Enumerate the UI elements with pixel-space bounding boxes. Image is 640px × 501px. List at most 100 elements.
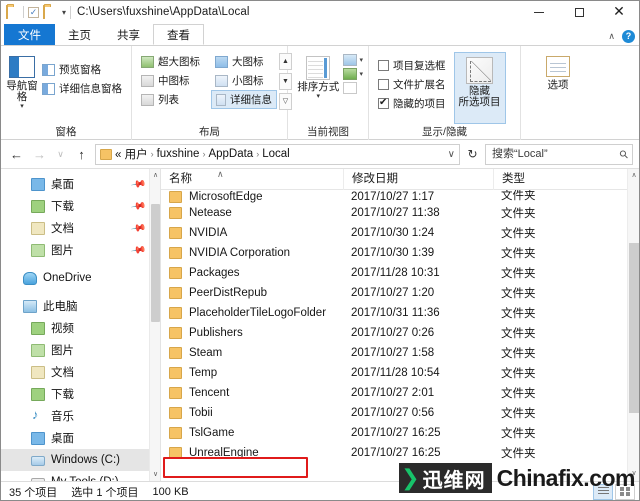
layout-list[interactable]: 列表: [137, 90, 211, 109]
sidebar-item-pictures[interactable]: 图片: [1, 339, 160, 361]
hidden-items-checkbox[interactable]: [378, 97, 389, 109]
column-header-name[interactable]: 名称 ∧: [161, 169, 343, 190]
table-row[interactable]: NVIDIA Corporation 2017/10/30 1:39 文件夹: [161, 243, 639, 263]
sidebar-item-videos[interactable]: 视频: [1, 317, 160, 339]
sidebar-item-documents-quick[interactable]: 文档 📌: [1, 217, 160, 239]
navigation-pane-scrollbar[interactable]: ∧ ∨: [149, 169, 160, 481]
pin-icon[interactable]: 📌: [130, 198, 147, 214]
table-row[interactable]: Temp 2017/11/28 10:54 文件夹: [161, 363, 639, 383]
properties-checkbox-icon[interactable]: ✓: [28, 6, 39, 18]
sidebar-item-my-tools-d[interactable]: My Tools (D:): [1, 471, 160, 481]
column-header-type[interactable]: 类型: [493, 169, 613, 190]
pin-icon[interactable]: 📌: [130, 242, 147, 258]
forward-button[interactable]: →: [30, 145, 49, 164]
search-box[interactable]: ⚲: [485, 143, 633, 165]
add-columns-button[interactable]: ▾: [343, 54, 363, 66]
file-name-cell[interactable]: Steam: [161, 347, 343, 359]
file-name-cell[interactable]: TslGame: [161, 427, 343, 439]
sidebar-item-desktop-quick[interactable]: 桌面 📌: [1, 173, 160, 195]
scroll-up-icon[interactable]: ∧: [628, 169, 639, 183]
tab-view[interactable]: 查看: [153, 24, 204, 45]
breadcrumb[interactable]: « 用户 › fuxshine › AppData › Local ∨: [95, 143, 460, 165]
breadcrumb-item-fuxshine[interactable]: fuxshine: [157, 148, 200, 160]
breadcrumb-item-local[interactable]: Local: [262, 148, 290, 160]
table-row[interactable]: TslGame 2017/10/27 16:25 文件夹: [161, 423, 639, 443]
table-row[interactable]: PeerDistRepub 2017/10/27 1:20 文件夹: [161, 283, 639, 303]
close-button[interactable]: ✕: [599, 1, 639, 23]
file-name-cell[interactable]: Packages: [161, 267, 343, 279]
item-checkboxes-checkbox[interactable]: [378, 60, 389, 71]
table-row[interactable]: Packages 2017/11/28 10:31 文件夹: [161, 263, 639, 283]
hide-selected-items-button[interactable]: 隐藏 所选项目: [453, 52, 506, 124]
pin-icon[interactable]: 📌: [130, 176, 147, 192]
maximize-button[interactable]: [559, 1, 599, 23]
file-name-cell[interactable]: PlaceholderTileLogoFolder: [161, 307, 343, 319]
help-icon[interactable]: ?: [622, 30, 635, 43]
file-name-cell[interactable]: Netease: [161, 207, 343, 219]
breadcrumb-item-appdata[interactable]: AppData: [208, 148, 253, 160]
size-all-columns-button[interactable]: [343, 82, 363, 94]
file-name-cell[interactable]: Tencent: [161, 387, 343, 399]
file-list-scrollbar[interactable]: ∧ ∨: [627, 169, 639, 481]
file-name-cell[interactable]: NVIDIA Corporation: [161, 247, 343, 259]
file-name-cell[interactable]: UnrealEngine: [161, 447, 343, 459]
qat-customize-caret-icon[interactable]: ▾: [60, 8, 68, 17]
back-button[interactable]: ←: [7, 145, 26, 164]
table-row[interactable]: PlaceholderTileLogoFolder 2017/10/31 11:…: [161, 303, 639, 323]
file-name-cell[interactable]: NVIDIA: [161, 227, 343, 239]
tab-share[interactable]: 共享: [104, 24, 153, 45]
table-row[interactable]: Steam 2017/10/27 1:58 文件夹: [161, 343, 639, 363]
navigation-pane-button[interactable]: 导航窗格 ▾: [6, 52, 38, 110]
layout-medium-icons[interactable]: 中图标: [137, 71, 211, 90]
file-name-cell[interactable]: MicrosoftEdge: [161, 191, 343, 203]
layout-large-icons[interactable]: 大图标: [211, 52, 273, 71]
tab-file[interactable]: 文件: [4, 24, 55, 45]
scrollbar-thumb[interactable]: [629, 243, 639, 413]
sidebar-item-this-pc[interactable]: 此电脑: [1, 295, 160, 317]
up-button[interactable]: ↑: [72, 145, 91, 164]
sidebar-item-downloads-quick[interactable]: 下载 📌: [1, 195, 160, 217]
sidebar-item-music[interactable]: 音乐: [1, 405, 160, 427]
column-header-date[interactable]: 修改日期: [343, 169, 493, 190]
table-row[interactable]: NVIDIA 2017/10/30 1:24 文件夹: [161, 223, 639, 243]
refresh-button[interactable]: ↻: [464, 147, 481, 161]
table-row[interactable]: Netease 2017/10/27 11:38 文件夹: [161, 203, 639, 223]
table-row[interactable]: Tobii 2017/10/27 0:56 文件夹: [161, 403, 639, 423]
recent-locations-button[interactable]: ∨: [53, 145, 68, 164]
scroll-down-icon[interactable]: ∨: [150, 468, 160, 481]
table-row[interactable]: MicrosoftEdge 2017/10/27 1:17 文件夹: [161, 190, 639, 203]
table-row[interactable]: Publishers 2017/10/27 0:26 文件夹: [161, 323, 639, 343]
preview-pane-button[interactable]: 预览窗格: [38, 60, 126, 79]
file-name-cell[interactable]: Temp: [161, 367, 343, 379]
layout-extra-large-icons[interactable]: 超大图标: [137, 52, 211, 71]
hidden-items-option[interactable]: 隐藏的项目: [374, 94, 450, 113]
layout-details[interactable]: 详细信息: [211, 90, 277, 109]
collapse-ribbon-icon[interactable]: ∧: [608, 31, 615, 42]
sidebar-item-desktop[interactable]: 桌面: [1, 427, 160, 449]
file-name-cell[interactable]: PeerDistRepub: [161, 287, 343, 299]
group-by-button[interactable]: ▾: [343, 68, 363, 80]
sidebar-item-pictures-quick[interactable]: 图片 📌: [1, 239, 160, 261]
table-row[interactable]: Tencent 2017/10/27 2:01 文件夹: [161, 383, 639, 403]
file-extensions-checkbox[interactable]: [378, 79, 389, 90]
details-pane-button[interactable]: 详细信息窗格: [38, 79, 126, 98]
breadcrumb-dropdown-icon[interactable]: ∨: [444, 149, 455, 160]
sidebar-item-downloads[interactable]: 下载: [1, 383, 160, 405]
pin-icon[interactable]: 📌: [130, 220, 147, 236]
tab-home[interactable]: 主页: [55, 24, 104, 45]
options-button[interactable]: 选项: [531, 52, 585, 91]
sort-by-button[interactable]: 排序方式 ▾: [293, 52, 343, 100]
breadcrumb-item-users[interactable]: « 用户: [115, 146, 148, 162]
sidebar-item-windows-c[interactable]: Windows (C:): [1, 449, 160, 471]
item-checkboxes-option[interactable]: 项目复选框: [374, 56, 450, 75]
file-name-cell[interactable]: Publishers: [161, 327, 343, 339]
sidebar-item-documents[interactable]: 文档: [1, 361, 160, 383]
sidebar-item-onedrive[interactable]: OneDrive: [1, 267, 160, 289]
layout-small-icons[interactable]: 小图标: [211, 71, 273, 90]
file-name-cell[interactable]: Tobii: [161, 407, 343, 419]
minimize-button[interactable]: [519, 1, 559, 23]
search-input[interactable]: [490, 147, 620, 161]
scrollbar-thumb[interactable]: [151, 204, 160, 322]
file-extensions-option[interactable]: 文件扩展名: [374, 75, 450, 94]
scroll-up-icon[interactable]: ∧: [150, 169, 160, 182]
